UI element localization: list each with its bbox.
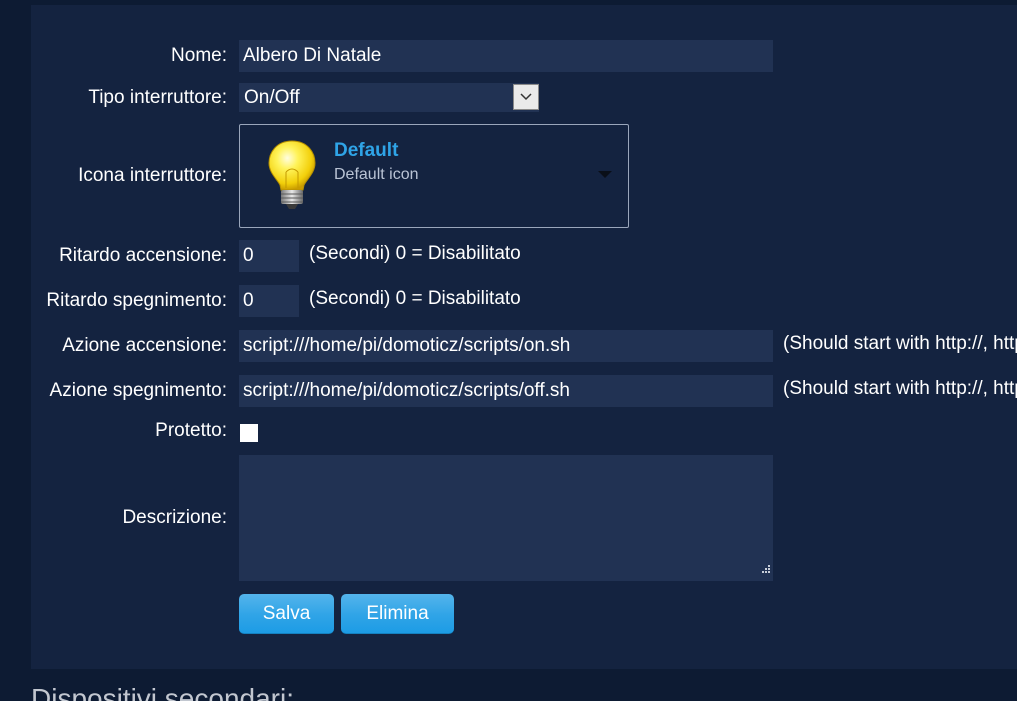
resize-grip-icon[interactable] xyxy=(760,560,770,578)
name-label: Nome: xyxy=(171,45,227,66)
switch-icon-dropdown[interactable]: Default Default icon xyxy=(239,124,629,228)
protected-checkbox[interactable] xyxy=(240,424,258,442)
chevron-down-icon[interactable] xyxy=(513,84,539,110)
name-input[interactable]: Albero Di Natale xyxy=(239,40,773,72)
on-delay-input[interactable]: 0 xyxy=(239,240,299,272)
off-delay-note: (Secondi) 0 = Disabilitato xyxy=(309,288,521,309)
off-action-label: Azione spegnimento: xyxy=(49,380,227,401)
caret-down-icon[interactable] xyxy=(598,171,612,178)
description-label: Descrizione: xyxy=(122,507,227,528)
on-action-note: (Should start with http://, https://, sc… xyxy=(783,333,1017,354)
save-button[interactable]: Salva xyxy=(239,594,334,634)
description-textarea[interactable] xyxy=(239,455,773,581)
icon-option-title: Default xyxy=(334,140,399,161)
off-action-note: (Should start with http://, https://, sc… xyxy=(783,378,1017,399)
lightbulb-icon xyxy=(262,138,322,217)
off-delay-input[interactable]: 0 xyxy=(239,285,299,317)
switch-type-select[interactable]: On/Off xyxy=(239,83,539,112)
off-delay-label: Ritardo spegnimento: xyxy=(46,290,227,311)
off-action-input[interactable]: script:///home/pi/domoticz/scripts/off.s… xyxy=(239,375,773,407)
page: Nome: Albero Di Natale Tipo interruttore… xyxy=(0,0,1017,701)
delete-button[interactable]: Elimina xyxy=(341,594,454,634)
switch-type-value: On/Off xyxy=(244,87,300,108)
on-action-input[interactable]: script:///home/pi/domoticz/scripts/on.sh xyxy=(239,330,773,362)
protected-label: Protetto: xyxy=(155,420,227,441)
on-delay-label: Ritardo accensione: xyxy=(59,245,227,266)
on-action-label: Azione accensione: xyxy=(62,335,227,356)
icon-option-subtitle: Default icon xyxy=(334,166,419,183)
sub-devices-title: Dispositivi secondari: xyxy=(31,683,294,701)
on-delay-note: (Secondi) 0 = Disabilitato xyxy=(309,243,521,264)
switch-type-label: Tipo interruttore: xyxy=(88,87,227,108)
switch-icon-label: Icona interruttore: xyxy=(78,165,227,186)
